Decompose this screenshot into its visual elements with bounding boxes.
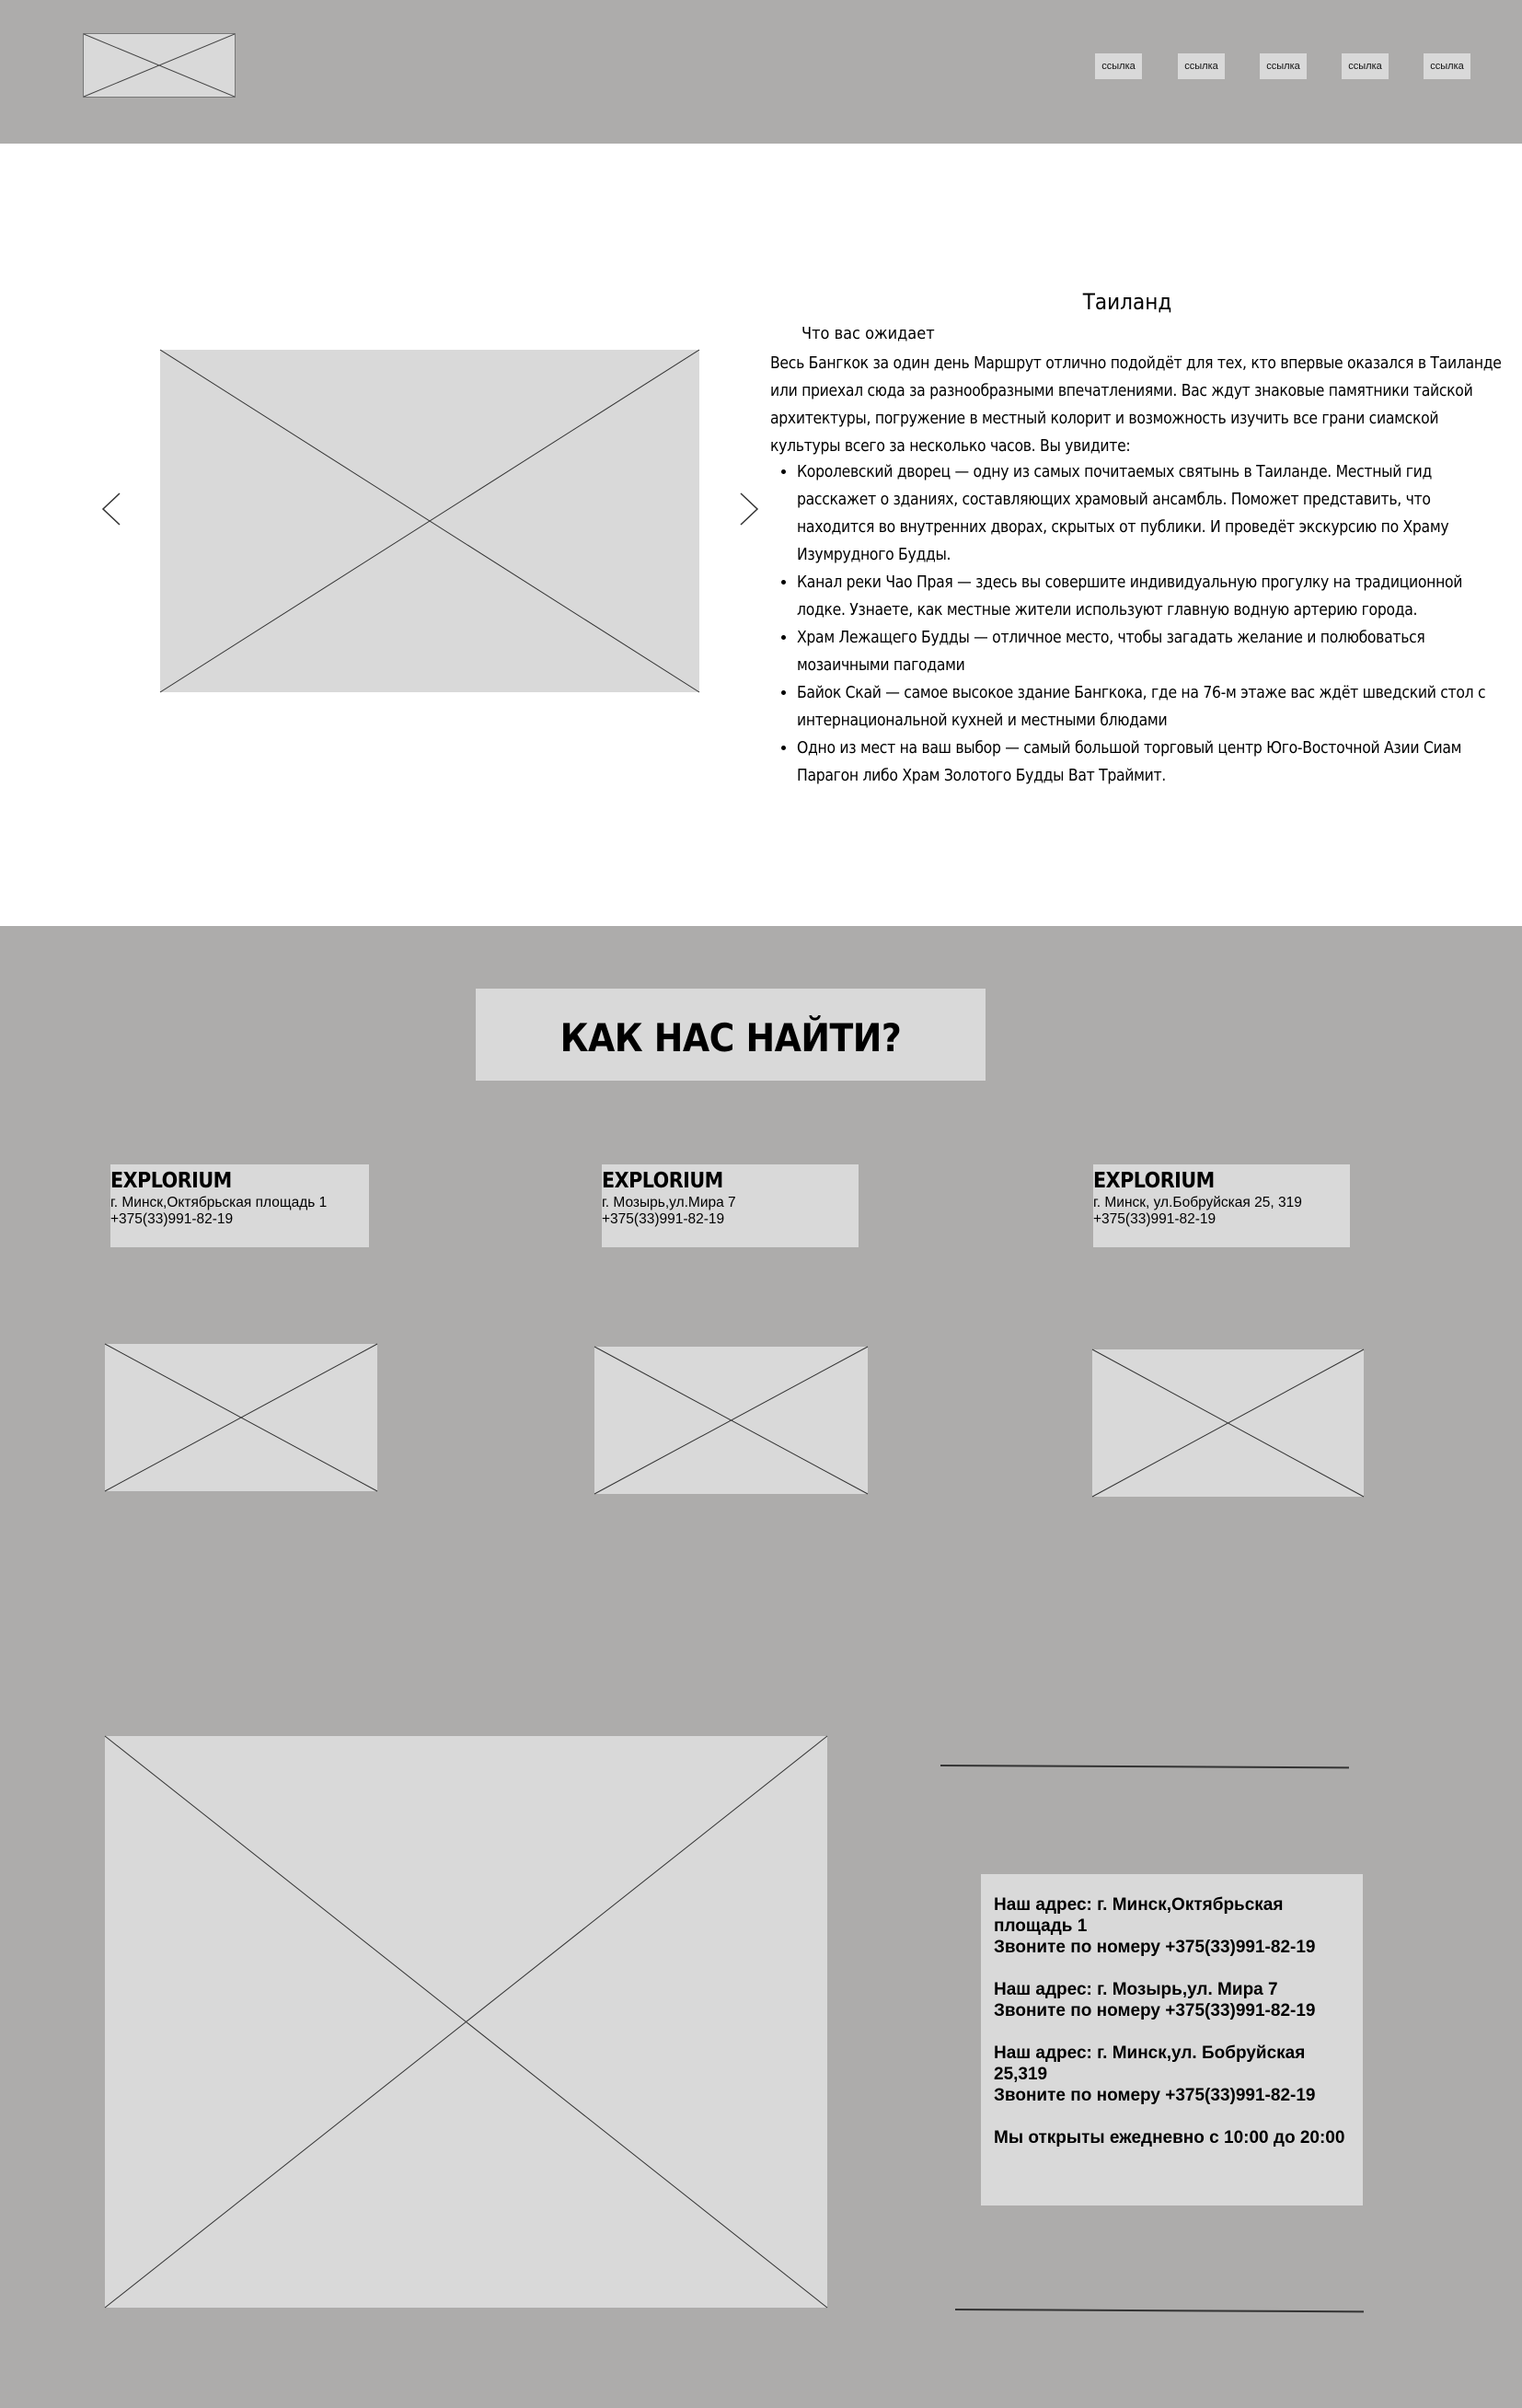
office-address: г. Минск, ул.Бобруйская 25, 319 (1093, 1195, 1302, 1210)
office-phone[interactable]: +375(33)991-82-19 (602, 1211, 724, 1228)
list-item: Храм Лежащего Будды — отличное место, чт… (797, 624, 1506, 679)
list-item: Королевский дворец — одну из самых почит… (797, 458, 1506, 569)
office-map-image-1[interactable] (104, 1343, 378, 1492)
info-address: Наш адрес: г. Минск,ул. Бобруйская 25,31… (994, 2043, 1306, 2084)
carousel-next-arrow-icon[interactable] (735, 491, 763, 527)
info-block-4: Мы открыты ежедневно с 10:00 до 20:00 (994, 2127, 1350, 2148)
contact-info-box: Наш адрес: г. Минск,Октябрьская площадь … (981, 1874, 1363, 2205)
office-brand: EXPLORIUM (1093, 1169, 1215, 1193)
office-card-3: EXPLORIUM г. Минск, ул.Бобруйская 25, 31… (1093, 1164, 1350, 1247)
tour-title: Таиланд (1082, 289, 1172, 315)
office-map-image-2[interactable] (594, 1346, 869, 1495)
site-header: ссылка ссылка ссылка ссылка ссылка (0, 0, 1522, 144)
office-address: г. Мозырь,ул.Мира 7 (602, 1195, 736, 1210)
office-phone[interactable]: +375(33)991-82-19 (110, 1211, 233, 1228)
office-card-1: EXPLORIUM г. Минск,Октябрьская площадь 1… (110, 1164, 369, 1247)
info-block-3: Наш адрес: г. Минск,ул. Бобруйская 25,31… (994, 2043, 1350, 2106)
tour-intro-text: Весь Бангкок за один день Маршрут отличн… (770, 354, 1502, 456)
list-item: Байок Скай — самое высокое здание Бангко… (797, 679, 1506, 735)
office-brand: EXPLORIUM (110, 1169, 232, 1193)
nav-link-1[interactable]: ссылка (1095, 53, 1142, 79)
office-phone[interactable]: +375(33)991-82-19 (1093, 1211, 1216, 1228)
tour-highlights-list: Королевский дворец — одну из самых почит… (770, 458, 1506, 790)
info-phone[interactable]: Звоните по номеру +375(33)991-82-19 (994, 2000, 1350, 2021)
tour-subtitle: Что вас ожидает (801, 324, 935, 343)
nav-link-4[interactable]: ссылка (1342, 53, 1389, 79)
office-brand: EXPLORIUM (602, 1169, 723, 1193)
info-address: Наш адрес: г. Минск,Октябрьская площадь … (994, 1895, 1284, 1936)
find-us-heading-box: КАК НАС НАЙТИ? (476, 989, 986, 1081)
office-map-image-3[interactable] (1091, 1349, 1365, 1498)
carousel-slide-image (159, 349, 700, 693)
info-block-2: Наш адрес: г. Мозырь,ул. Мира 7 Звоните … (994, 1979, 1350, 2021)
opening-hours: Мы открыты ежедневно с 10:00 до 20:00 (994, 2128, 1345, 2148)
list-item: Канал реки Чао Прая — здесь вы совершите… (797, 569, 1506, 624)
carousel-prev-arrow-icon[interactable] (98, 491, 125, 527)
list-item: Одно из мест на ваш выбор — самый большо… (797, 735, 1506, 790)
large-map-image[interactable] (104, 1735, 828, 2309)
office-address: г. Минск,Октябрьская площадь 1 (110, 1195, 328, 1210)
nav-link-2[interactable]: ссылка (1178, 53, 1225, 79)
info-phone[interactable]: Звоните по номеру +375(33)991-82-19 (994, 1937, 1350, 1958)
info-block-1: Наш адрес: г. Минск,Октябрьская площадь … (994, 1894, 1350, 1958)
info-address: Наш адрес: г. Мозырь,ул. Мира 7 (994, 1980, 1278, 1999)
logo-placeholder-image[interactable] (83, 33, 236, 98)
office-card-2: EXPLORIUM г. Мозырь,ул.Мира 7 +375(33)99… (602, 1164, 859, 1247)
find-us-heading: КАК НАС НАЙТИ? (559, 1015, 902, 1060)
nav-link-5[interactable]: ссылка (1424, 53, 1470, 79)
nav-link-3[interactable]: ссылка (1260, 53, 1307, 79)
info-phone[interactable]: Звоните по номеру +375(33)991-82-19 (994, 2085, 1350, 2106)
